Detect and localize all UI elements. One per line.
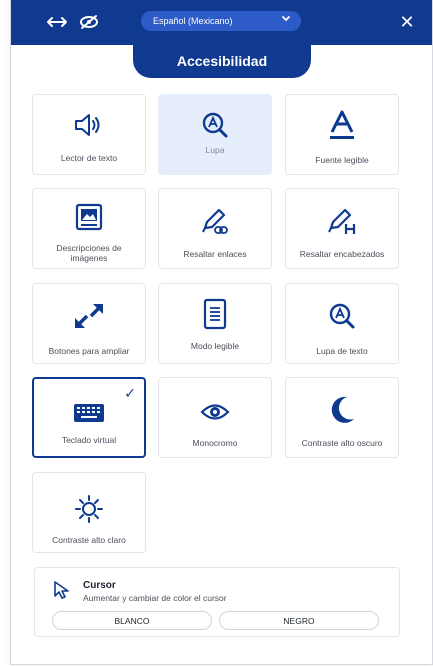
close-icon: ✕ [399, 11, 415, 32]
keyboard-icon [74, 404, 104, 422]
expand-arrows-icon [75, 304, 103, 328]
tile-high-contrast-dark[interactable]: Contraste alto oscuro [285, 377, 399, 458]
tile-magnifier[interactable]: Lupa [158, 94, 272, 175]
tile-readable-font[interactable]: Fuente legible [285, 94, 399, 175]
cursor-title: Cursor [83, 580, 116, 591]
tile-label: Contraste alto claro [52, 535, 126, 545]
tile-label: Lupa de texto [316, 346, 368, 356]
image-icon [75, 203, 103, 231]
tile-label: Descripciones de imágenes [56, 243, 122, 263]
tile-label: Lector de texto [60, 153, 118, 163]
panel-header: Español (Mexicano) ✕ [11, 0, 432, 45]
tile-label: Monocromo [192, 438, 238, 448]
tile-label: Contraste alto oscuro [301, 438, 383, 448]
tile-high-contrast-light[interactable]: Contraste alto claro [32, 472, 146, 553]
tile-label: Lupa [205, 145, 225, 155]
tile-label: Resaltar encabezados [299, 249, 385, 259]
tile-highlight-headings[interactable]: Resaltar encabezados [285, 188, 399, 269]
close-button[interactable]: ✕ [393, 8, 421, 36]
tile-label: Fuente legible [315, 155, 369, 165]
panel-title: Accesibilidad [176, 53, 268, 69]
cursor-icon [54, 581, 69, 599]
hide-toolbar-icon[interactable] [75, 8, 103, 36]
eye-off-icon [80, 15, 98, 29]
document-icon [203, 298, 227, 330]
moon-icon [331, 396, 354, 423]
pencil-link-icon [202, 208, 228, 234]
tile-label: Teclado virtual [61, 435, 117, 445]
text-magnifier-icon [329, 303, 355, 329]
font-icon [330, 110, 354, 139]
cursor-subtitle: Aumentar y cambiar de color el cursor [83, 593, 227, 603]
tile-readable-mode[interactable]: Modo legible [158, 283, 272, 364]
cursor-white-button[interactable]: BLANCO [52, 611, 212, 630]
chevron-down-icon [282, 16, 290, 22]
tile-label: Modo legible [190, 341, 240, 351]
panel-title-tab: Accesibilidad [133, 44, 311, 78]
swap-position-icon[interactable] [43, 8, 71, 36]
tile-text-reader[interactable]: Lector de texto [32, 94, 146, 175]
tile-highlight-links[interactable]: Resaltar enlaces [158, 188, 272, 269]
language-select-value: Español (Mexicano) [153, 16, 233, 26]
tile-text-magnifier[interactable]: Lupa de texto [285, 283, 399, 364]
tile-virtual-keyboard[interactable]: ✓ Teclado virtual [32, 377, 146, 458]
swap-arrows-icon [47, 17, 67, 27]
magnifier-icon [202, 112, 228, 138]
speaker-icon [75, 114, 100, 136]
tile-label: Botones para ampliar [48, 346, 130, 356]
tile-label: Resaltar enlaces [183, 249, 247, 259]
sun-icon [75, 495, 103, 523]
language-select[interactable]: Español (Mexicano) [141, 11, 301, 31]
tile-monochrome[interactable]: Monocromo [158, 377, 272, 458]
cursor-settings: Cursor Aumentar y cambiar de color el cu… [34, 567, 400, 637]
tile-enlarge-buttons[interactable]: Botones para ampliar [32, 283, 146, 364]
pencil-h-icon [328, 208, 356, 234]
tile-image-descriptions[interactable]: Descripciones de imágenes [32, 188, 146, 269]
cursor-black-button[interactable]: NEGRO [219, 611, 379, 630]
eye-icon [200, 404, 230, 420]
